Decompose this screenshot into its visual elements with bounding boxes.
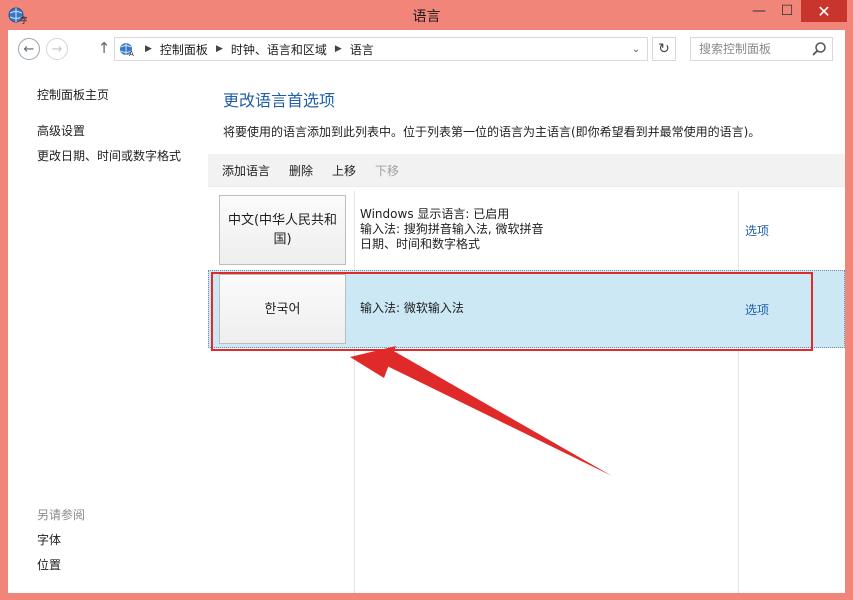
page-title: 更改语言首选项 bbox=[223, 91, 336, 110]
language-tile[interactable]: 中文(中华人民共和国) bbox=[219, 195, 346, 265]
see-also-heading: 另请参阅 bbox=[37, 508, 86, 522]
back-button[interactable]: ← bbox=[18, 38, 40, 60]
sidebar-item-advanced-settings[interactable]: 高级设置 bbox=[37, 122, 85, 139]
remove-button[interactable]: 删除 bbox=[289, 162, 313, 179]
chevron-right-icon: ▶ bbox=[145, 44, 152, 54]
address-bar: ← → ↑ A ▶ 控制面板 ▶ 时钟、语言和区域 ▶ 语言 ⌄ ↻ 搜索控制面… bbox=[8, 30, 845, 70]
options-link[interactable]: 选项 bbox=[745, 222, 769, 239]
options-link[interactable]: 选项 bbox=[745, 301, 769, 318]
arrow-up-icon: ↑ bbox=[97, 39, 111, 57]
refresh-icon: ↻ bbox=[658, 41, 670, 57]
close-button[interactable]: ✕ bbox=[801, 0, 847, 22]
language-detail-line: 日期、时间和数字格式 bbox=[360, 237, 481, 251]
title-bar[interactable]: 字 语言 — ☐ ✕ bbox=[0, 0, 853, 30]
language-detail-line: 输入法: 搜狗拼音输入法, 微软拼音 bbox=[360, 222, 544, 236]
add-language-button[interactable]: 添加语言 bbox=[222, 162, 270, 179]
control-panel-icon: A bbox=[120, 43, 134, 57]
search-input[interactable] bbox=[695, 40, 813, 58]
breadcrumb-item-clock-language-region[interactable]: 时钟、语言和区域 bbox=[231, 41, 327, 58]
page-description: 将要使用的语言添加到此列表中。位于列表第一位的语言为主语言(即你希望看到并最常使… bbox=[223, 125, 761, 139]
window-title: 语言 bbox=[412, 9, 441, 25]
language-details: 输入法: 微软输入法 bbox=[360, 301, 464, 316]
svg-text:A: A bbox=[129, 50, 134, 57]
search-box[interactable] bbox=[690, 37, 833, 61]
minimize-button[interactable]: — bbox=[745, 0, 773, 22]
up-button[interactable]: ↑ bbox=[96, 39, 112, 59]
maximize-button[interactable]: ☐ bbox=[773, 0, 801, 22]
sidebar-item-change-date-time-format[interactable]: 更改日期、时间或数字格式 bbox=[37, 147, 181, 164]
language-tile[interactable]: 한국어 bbox=[219, 274, 346, 344]
language-detail-line: 输入法: 微软输入法 bbox=[360, 301, 464, 315]
refresh-button[interactable]: ↻ bbox=[652, 37, 676, 61]
path-dropdown-button[interactable]: ⌄ bbox=[624, 38, 647, 60]
breadcrumb-item-language[interactable]: 语言 bbox=[350, 41, 374, 58]
language-row-chinese[interactable]: 中文(中华人民共和国) Windows 显示语言: 已启用 输入法: 搜狗拼音输… bbox=[208, 191, 845, 269]
chevron-right-icon: ▶ bbox=[215, 44, 223, 54]
sidebar: 控制面板主页 高级设置 更改日期、时间或数字格式 另请参阅 字体 位置 bbox=[8, 70, 208, 593]
sidebar-item-location[interactable]: 位置 bbox=[37, 556, 61, 573]
sidebar-item-control-panel-home[interactable]: 控制面板主页 bbox=[37, 86, 109, 103]
move-down-button[interactable]: 下移 bbox=[375, 162, 399, 179]
search-icon[interactable] bbox=[811, 41, 827, 57]
arrow-right-icon: → bbox=[51, 41, 63, 57]
sidebar-item-fonts[interactable]: 字体 bbox=[37, 531, 61, 548]
breadcrumb[interactable]: A ▶ 控制面板 ▶ 时钟、语言和区域 ▶ 语言 ⌄ bbox=[114, 37, 648, 61]
breadcrumb-item-control-panel[interactable]: 控制面板 bbox=[160, 41, 208, 58]
chevron-right-icon: ▶ bbox=[334, 44, 342, 54]
language-row-korean[interactable]: 한국어 输入法: 微软输入法 选项 bbox=[208, 270, 845, 348]
control-panel-window: 字 语言 — ☐ ✕ ← → ↑ A ▶ 控制面板 ▶ 时钟、语言和区域 ▶ 语… bbox=[0, 0, 853, 600]
arrow-left-icon: ← bbox=[23, 41, 35, 57]
language-detail-line: Windows 显示语言: 已启用 bbox=[360, 207, 510, 221]
main-panel: 更改语言首选项 将要使用的语言添加到此列表中。位于列表第一位的语言为主语言(即你… bbox=[208, 70, 845, 593]
language-toolbar: 添加语言 删除 上移 下移 bbox=[208, 154, 845, 187]
language-details: Windows 显示语言: 已启用 输入法: 搜狗拼音输入法, 微软拼音 日期、… bbox=[360, 207, 544, 252]
chevron-down-icon: ⌄ bbox=[631, 43, 641, 55]
move-up-button[interactable]: 上移 bbox=[332, 162, 356, 179]
content-area: 控制面板主页 高级设置 更改日期、时间或数字格式 另请参阅 字体 位置 更改语言… bbox=[8, 70, 845, 593]
forward-button[interactable]: → bbox=[46, 38, 68, 60]
